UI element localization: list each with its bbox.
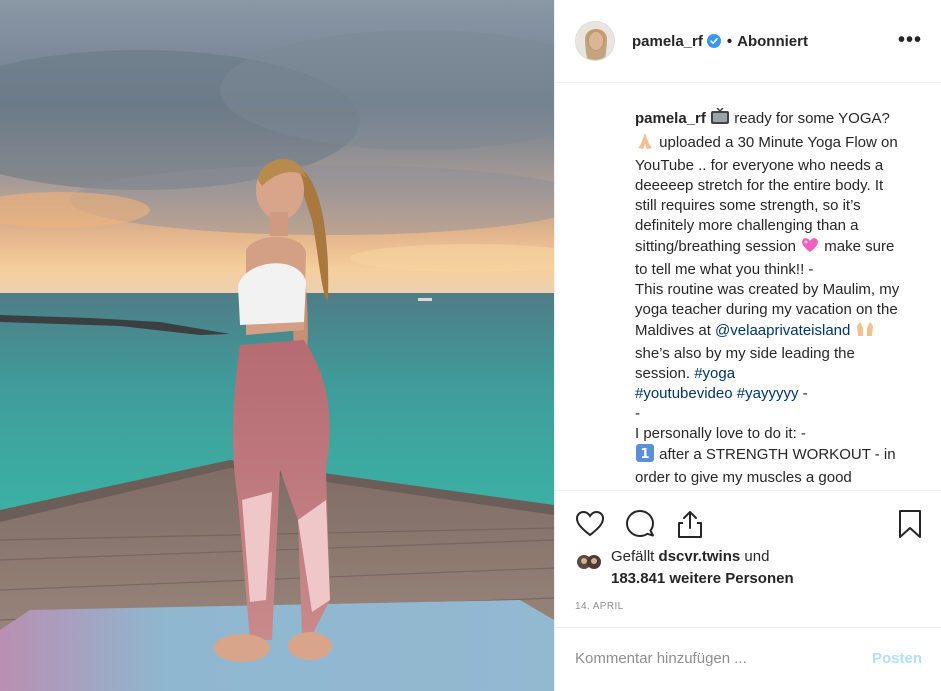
likes-count-link[interactable]: 183.841 weitere Personen: [611, 570, 794, 587]
hashtag-link-youtubevideo[interactable]: #youtubevideo: [635, 385, 733, 402]
post-comment-button[interactable]: Posten: [872, 650, 922, 667]
post-caption-area: pamela_rf ready for some YOGA? uploaded …: [555, 84, 941, 490]
svg-text:1: 1: [640, 447, 649, 462]
keycap-1-emoji-icon: 1: [635, 444, 655, 468]
bookmark-icon[interactable]: [895, 509, 925, 539]
comment-input[interactable]: Kommentar hinzufügen ...: [575, 650, 747, 667]
author-avatar[interactable]: [575, 21, 615, 61]
verified-badge-icon: [706, 34, 721, 48]
post-date[interactable]: 14. APRIL: [575, 601, 624, 612]
mention-link[interactable]: @velaaprivateisland: [715, 322, 850, 339]
folded-hands-emoji-icon: [635, 132, 655, 156]
hashtag-link-yayyyyy[interactable]: #yayyyyy: [737, 385, 799, 402]
raised-hands-emoji-icon: [855, 320, 875, 344]
caption-text: pamela_rf ready for some YOGA? uploaded …: [635, 107, 904, 488]
separator-dot: •: [726, 32, 733, 50]
liker-avatars-icon: [577, 551, 601, 573]
author-username[interactable]: pamela_rf: [632, 33, 703, 50]
likes-line-1: Gefällt dscvr.twins und: [611, 548, 769, 565]
heart-icon[interactable]: [575, 509, 605, 539]
post-image: [0, 0, 554, 691]
share-icon[interactable]: [675, 509, 705, 539]
comment-form: Kommentar hinzufügen ... Posten: [555, 627, 941, 691]
follow-status-button[interactable]: Abonniert: [737, 33, 808, 50]
liker-username[interactable]: dscvr.twins: [659, 548, 741, 565]
likes-prefix: Gefällt: [611, 548, 655, 565]
tv-emoji-icon: [710, 107, 730, 132]
hashtag-link-yoga[interactable]: #yoga: [694, 365, 735, 382]
post-photo[interactable]: [0, 0, 554, 691]
post-header: pamela_rf • Abonniert •••: [555, 0, 941, 83]
caption-username[interactable]: pamela_rf: [635, 110, 706, 127]
caption-segment-4: she’s also by my side leading the sessio…: [635, 345, 855, 382]
caption-segment-1: ready for some YOGA?: [730, 110, 890, 127]
avatar-image: [576, 22, 614, 60]
more-options-icon[interactable]: •••: [898, 30, 922, 50]
caption-segment-6: after a STRENGTH WORKOUT - in order to g…: [635, 446, 896, 486]
post-actions-bar: [555, 490, 941, 554]
pink-heart-emoji-icon: [800, 236, 820, 260]
likes-suffix: und: [744, 548, 770, 565]
comment-icon[interactable]: [625, 509, 655, 539]
post-side-panel: pamela_rf • Abonniert ••• pamela_rf read…: [554, 0, 941, 691]
caption-segment-2: uploaded a 30 Minute Yoga Flow on YouTub…: [635, 134, 898, 255]
